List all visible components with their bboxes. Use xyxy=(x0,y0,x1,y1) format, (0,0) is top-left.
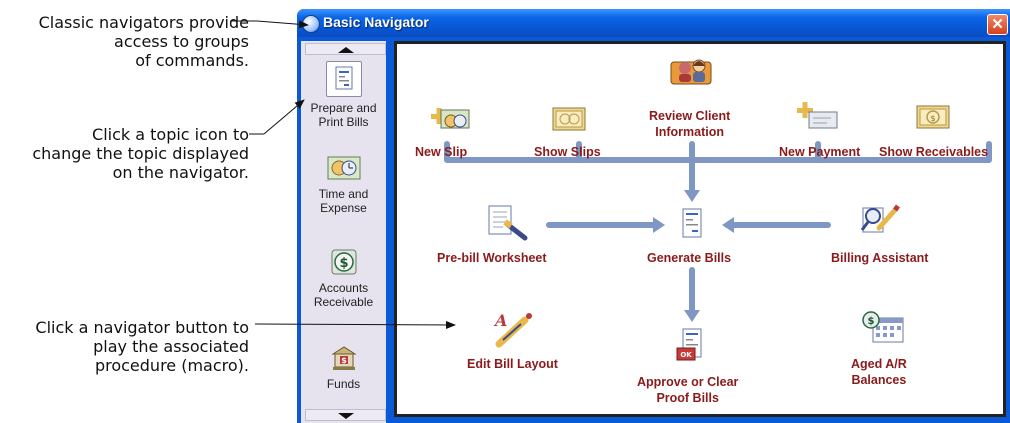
svg-text:OK: OK xyxy=(680,351,692,359)
flow-arrowhead xyxy=(722,217,734,233)
show-receivables-label: Show Receivables xyxy=(879,145,989,159)
callout-line: Click a topic icon to xyxy=(92,125,249,144)
topic-label: Time and xyxy=(318,187,369,201)
svg-text:A: A xyxy=(493,311,507,330)
approve-proof-bills-line: Proof Bills xyxy=(656,391,719,405)
billing-assistant-icon xyxy=(860,204,900,233)
topic-funds[interactable]: $ Funds xyxy=(301,343,386,391)
prebill-worksheet-icon xyxy=(488,205,528,241)
aged-ar-balances-icon: $ xyxy=(862,311,904,343)
show-slips-label: Show Slips xyxy=(534,145,601,159)
dollar-coin-icon: $ xyxy=(329,247,359,277)
topic-label: Funds xyxy=(326,377,361,391)
prebill-worksheet-label: Pre-bill Worksheet xyxy=(437,251,547,265)
aged-ar-line: Balances xyxy=(851,373,907,387)
topic-label: Print Bills xyxy=(318,115,369,129)
clock-money-icon xyxy=(326,153,362,183)
svg-text:$: $ xyxy=(930,114,935,123)
aged-ar-balances-label: Aged A/R Balances xyxy=(851,356,907,388)
topic-label: Prepare and xyxy=(310,101,377,115)
topic-label: Receivable xyxy=(313,295,374,309)
flow-arrowhead xyxy=(684,310,700,322)
svg-text:$: $ xyxy=(339,256,348,271)
callout-line: on the navigator. xyxy=(112,163,249,182)
review-client-label: Review Client Information xyxy=(649,108,730,140)
billing-assistant-label: Billing Assistant xyxy=(831,251,929,265)
callout-line: change the topic displayed xyxy=(32,144,249,163)
new-payment-icon xyxy=(797,102,838,129)
show-receivables-icon: $ xyxy=(916,105,950,129)
topic-label: Expense xyxy=(320,201,367,215)
callout-topic-icon: Click a topic icon to change the topic d… xyxy=(0,125,249,182)
aged-ar-line: Aged A/R xyxy=(851,357,907,371)
approve-proof-bills-label: Approve or Clear Proof Bills xyxy=(637,374,738,406)
generate-bills-icon xyxy=(682,208,702,238)
topic-label: Accounts xyxy=(318,281,369,295)
review-client-icon xyxy=(670,59,712,85)
new-slip-label: New Slip xyxy=(415,145,468,159)
review-client-line: Review Client xyxy=(649,109,731,123)
edit-bill-layout-icon: A xyxy=(493,311,532,348)
basic-navigator-window: Basic Navigator ✕ Prepare and Print Bill… xyxy=(297,9,1010,423)
new-slip-icon xyxy=(431,108,470,129)
callout-line: access to groups xyxy=(114,32,249,51)
callout-line: play the associated xyxy=(93,337,249,356)
approve-proof-bills-icon: OK xyxy=(676,328,702,361)
flow-arrowhead xyxy=(684,190,700,202)
callout-line: of commands. xyxy=(135,51,249,70)
topic-accounts-receivable[interactable]: $ Accounts Receivable xyxy=(301,247,386,309)
dollar-coin-svg: $ xyxy=(331,249,356,275)
bank-svg: $ xyxy=(330,346,357,370)
title-bar[interactable]: Basic Navigator ✕ xyxy=(297,9,1010,37)
close-button[interactable]: ✕ xyxy=(987,14,1008,35)
new-payment-label: New Payment xyxy=(779,145,861,159)
svg-text:$: $ xyxy=(341,356,347,365)
show-slips-icon xyxy=(552,107,586,131)
scroll-down-button[interactable] xyxy=(305,409,386,421)
topic-prepare-print-bills[interactable]: Prepare and Print Bills xyxy=(301,61,386,129)
clock-money-svg xyxy=(327,156,360,180)
topic-sidebar: Prepare and Print Bills Time and Expense… xyxy=(301,41,386,423)
chevron-down-icon xyxy=(338,413,354,419)
svg-text:$: $ xyxy=(868,316,875,327)
bill-page-svg xyxy=(335,66,352,90)
review-client-line: Information xyxy=(655,125,725,139)
approve-proof-bills-line: Approve or Clear xyxy=(637,375,739,389)
scroll-up-button[interactable] xyxy=(305,43,386,55)
generate-bills-label: Generate Bills xyxy=(647,251,732,265)
edit-bill-layout-label: Edit Bill Layout xyxy=(467,357,558,371)
bill-page-icon xyxy=(325,61,362,97)
navigator-app-icon xyxy=(302,15,320,33)
bank-icon: $ xyxy=(329,343,359,373)
flow-arrowhead xyxy=(653,217,665,233)
navigator-panel: New Slip Show Slips Review Client Inform… xyxy=(394,41,1006,417)
callout-line: Classic navigators provide xyxy=(38,13,249,32)
callout-line: Click a navigator button to xyxy=(35,318,249,337)
topic-time-expense[interactable]: Time and Expense xyxy=(301,153,386,215)
callout-classic-navigators: Classic navigators provide access to gro… xyxy=(0,13,249,70)
callout-line: procedure (macro). xyxy=(94,356,249,375)
callout-navigator-button: Click a navigator button to play the ass… xyxy=(0,318,249,375)
chevron-up-icon xyxy=(338,47,354,53)
window-title: Basic Navigator xyxy=(323,14,429,30)
